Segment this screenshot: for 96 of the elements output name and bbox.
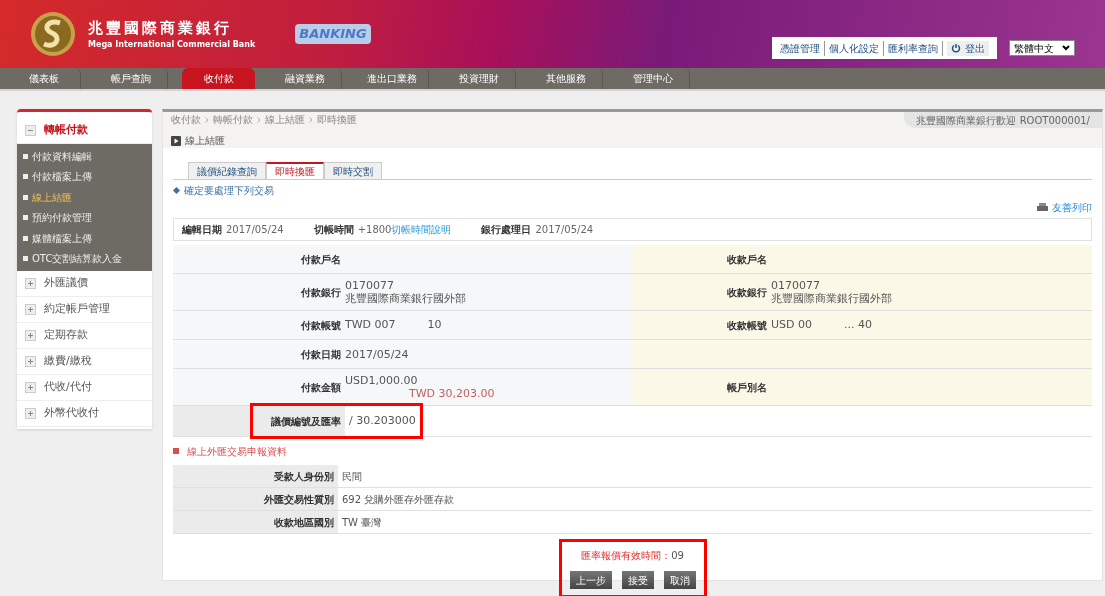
timer-value: 09	[671, 549, 684, 563]
info-value: 2017/05/24	[226, 223, 284, 237]
field-label: 帳戶別名	[726, 380, 768, 395]
field-value: 0170077	[771, 279, 821, 292]
field-label: 付款戶名	[300, 252, 342, 267]
breadcrumb-link[interactable]: 轉帳付款	[213, 112, 253, 127]
field-label: 外匯交易性質別	[173, 488, 338, 510]
submenu-item[interactable]: 線上結匯	[17, 187, 152, 208]
field-value: 2017/05/24	[345, 347, 409, 361]
submenu-item[interactable]: 預約付款管理	[17, 207, 152, 228]
square-bullet-icon	[173, 448, 179, 454]
power-icon	[951, 43, 961, 53]
field-value: 民間	[341, 469, 363, 484]
action-button[interactable]: 上一步	[569, 571, 612, 589]
nav-tab[interactable]: 融資業務	[269, 68, 342, 89]
info-value: 2017/05/24	[535, 223, 594, 237]
print-link[interactable]: 友善列印	[1052, 199, 1092, 215]
field-label: 收款戶名	[726, 252, 768, 267]
timer-label: 匯率報價有效時間：	[581, 549, 672, 563]
sidebar-group[interactable]: 繳費/繳稅	[17, 349, 152, 375]
plus-icon	[25, 278, 36, 289]
page-title: 線上結匯	[185, 134, 225, 148]
sidebar-group[interactable]: 代收/代付	[17, 375, 152, 401]
chevron-right-icon	[309, 116, 313, 123]
language-select[interactable]: 繁體中文	[1009, 40, 1075, 56]
minus-icon	[25, 125, 36, 136]
field-label: 收款地區國別	[173, 511, 338, 533]
field-value: TW 臺灣	[341, 515, 383, 530]
submenu-item[interactable]: 付款資料編輯	[17, 146, 152, 167]
info-label: 銀行處理日	[481, 223, 532, 237]
field-label: 議價編號及匯率	[253, 406, 345, 436]
plus-icon	[25, 330, 36, 341]
field-value: 692 兌購外匯存外匯存款	[341, 492, 456, 507]
sidebar-group[interactable]: 定期存款	[17, 323, 152, 349]
submenu-item[interactable]: 付款檔案上傳	[17, 166, 152, 187]
account-number-part: TWD 007	[345, 316, 396, 333]
plus-icon	[25, 408, 36, 419]
account-number-part: USD 00	[771, 316, 812, 333]
tab[interactable]: 即時交割	[324, 162, 382, 179]
nav-tab[interactable]: 投資理財	[443, 68, 516, 89]
nav-tab[interactable]: 進出口業務	[356, 68, 429, 89]
sidebar-group[interactable]: 外幣代收付	[17, 401, 152, 427]
action-button[interactable]: 接受	[621, 571, 654, 589]
field-label: 受款人身份別	[173, 465, 338, 487]
account-number-part: ... 40	[844, 316, 872, 333]
top-link[interactable]: 憑證管理	[780, 40, 825, 56]
chevron-right-icon	[257, 116, 261, 123]
field-label: 付款日期	[300, 347, 342, 362]
exchange-rate: / 30.203000	[348, 412, 417, 429]
account-number-part: 10	[427, 316, 442, 333]
breadcrumb-link[interactable]: 線上結匯	[265, 112, 305, 127]
field-label: 收款銀行	[726, 285, 768, 300]
cutoff-help-link[interactable]: 切帳時間說明	[391, 222, 452, 237]
field-value: 兆豐國際商業銀行國外部	[771, 292, 892, 305]
printer-icon	[1037, 202, 1048, 212]
field-label: 付款銀行	[300, 285, 342, 300]
banking-logo: BANKING	[295, 24, 371, 44]
tab[interactable]: 議價紀錄查詢	[188, 162, 266, 179]
field-value: USD1,000.00	[345, 374, 419, 387]
field-label: 付款帳號	[300, 318, 342, 333]
info-value: +1800	[357, 223, 392, 237]
nav-tab[interactable]: 管理中心	[617, 68, 690, 89]
chevron-down-icon	[1062, 45, 1070, 51]
submenu-item[interactable]: 媒體檔案上傳	[17, 228, 152, 249]
action-button[interactable]: 取消	[663, 571, 696, 589]
top-link[interactable]: 個人化設定	[829, 40, 884, 56]
field-value: 兆豐國際商業銀行國外部	[345, 292, 466, 305]
nav-tab[interactable]: 儀表板	[8, 68, 81, 89]
logout-button[interactable]: 登出	[947, 40, 989, 56]
tab[interactable]: 即時換匯	[266, 162, 324, 179]
section-heading: 確定要處理下列交易	[184, 184, 274, 198]
diamond-bullet-icon	[173, 187, 180, 194]
plus-icon	[25, 382, 36, 393]
equivalent-amount: TWD 30,203.00	[408, 387, 495, 400]
play-icon	[171, 135, 181, 146]
sidebar-group[interactable]: 外匯議價	[17, 271, 152, 297]
bank-logo-icon	[30, 11, 76, 57]
sidebar-group[interactable]: 約定帳戶管理	[17, 297, 152, 323]
plus-icon	[25, 304, 36, 315]
info-label: 編輯日期	[182, 223, 222, 237]
nav-tab[interactable]: 收付款	[182, 68, 255, 89]
nav-tab[interactable]: 帳戶查詢	[95, 68, 168, 89]
chevron-right-icon	[205, 116, 209, 123]
bank-name-english: Mega International Commercial Bank	[88, 39, 256, 52]
breadcrumb-link[interactable]: 收付款	[171, 112, 201, 127]
breadcrumb-link[interactable]: 即時換匯	[317, 112, 357, 127]
field-value: 0170077	[345, 279, 395, 292]
top-link[interactable]: 匯利率查詢	[888, 40, 943, 56]
bank-name: 兆豐國際商業銀行	[88, 17, 233, 39]
plus-icon	[25, 356, 36, 367]
nav-tab[interactable]: 其他服務	[530, 68, 603, 89]
field-label: 付款金額	[300, 380, 342, 395]
section-heading: 線上外匯交易申報資料	[187, 444, 287, 459]
submenu-item[interactable]: OTC交割結算款入金	[17, 248, 152, 269]
field-label: 收款帳號	[726, 318, 768, 333]
info-label: 切帳時間	[313, 223, 354, 237]
